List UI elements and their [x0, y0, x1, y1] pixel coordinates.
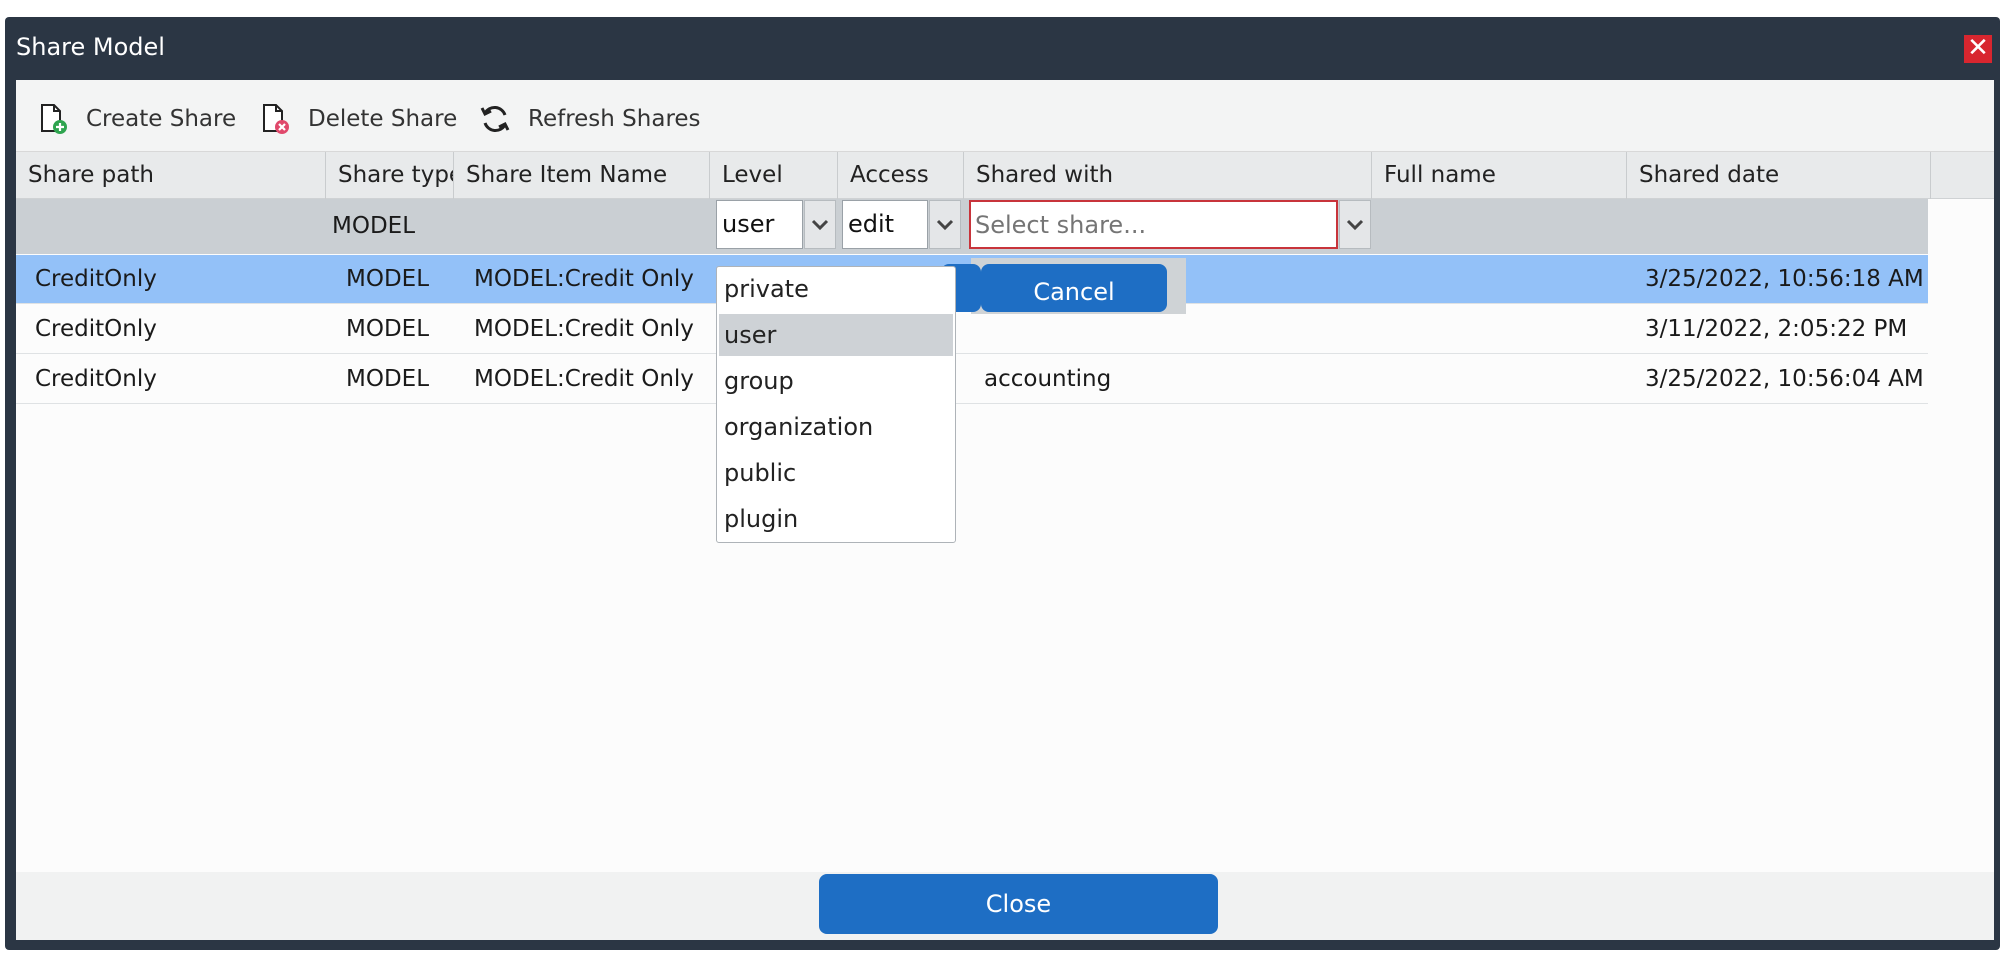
- dropdown-option-private[interactable]: private: [719, 268, 953, 310]
- dialog-footer: Close: [16, 872, 1994, 940]
- dropdown-option-group[interactable]: group: [719, 360, 953, 402]
- grid-header: Share path Share type Share Item Name Le…: [16, 152, 1994, 199]
- chevron-down-icon: [1346, 219, 1364, 230]
- cancel-button[interactable]: Cancel: [981, 264, 1167, 312]
- refresh-shares-label: Refresh Shares: [528, 106, 701, 132]
- shared-with-input[interactable]: [969, 200, 1338, 249]
- cell-shared-date: 3/25/2022, 10:56:04 AM: [1645, 366, 1924, 392]
- chevron-down-icon: [811, 219, 829, 230]
- dropdown-option-organization[interactable]: organization: [719, 406, 953, 448]
- column-header-access[interactable]: Access: [838, 152, 964, 199]
- dialog-titlebar[interactable]: Share Model ✕: [5, 17, 2000, 79]
- cell-shared-with: accounting: [984, 366, 1112, 392]
- column-header-full-name[interactable]: Full name: [1372, 152, 1627, 199]
- refresh-icon: [480, 106, 510, 132]
- file-add-icon: [41, 104, 67, 134]
- refresh-shares-button[interactable]: Refresh Shares: [478, 102, 701, 136]
- delete-share-label: Delete Share: [308, 106, 458, 132]
- cell-share-path: CreditOnly: [35, 266, 157, 292]
- column-header-share-item-name[interactable]: Share Item Name: [454, 152, 710, 199]
- table-row[interactable]: CreditOnly MODEL MODEL:Credit Only accou…: [16, 355, 1928, 404]
- share-toolbar: Create Share Delete Share Refresh Shares: [16, 80, 1994, 152]
- cell-share-path: CreditOnly: [35, 316, 157, 342]
- column-header-shared-with[interactable]: Shared with: [964, 152, 1372, 199]
- cell-share-path: CreditOnly: [35, 366, 157, 392]
- edit-action-bar: Cancel: [941, 258, 1186, 314]
- level-dropdown-list: private user group organization public p…: [716, 266, 956, 543]
- column-header-share-type[interactable]: Share type: [326, 152, 454, 199]
- level-dropdown-button[interactable]: [804, 200, 836, 249]
- cell-shared-date: 3/25/2022, 10:56:18 AM: [1645, 266, 1924, 292]
- dialog-title: Share Model: [16, 33, 165, 61]
- column-header-level[interactable]: Level: [710, 152, 838, 199]
- file-delete-icon: [263, 104, 289, 134]
- share-model-dialog: Share Model ✕ Create Share Delete Share …: [5, 17, 2000, 950]
- cell-share-type: MODEL: [346, 266, 430, 292]
- cell-item-name: MODEL:Credit Only: [474, 316, 694, 342]
- access-dropdown-button[interactable]: [929, 200, 961, 249]
- dialog-content: Create Share Delete Share Refresh Shares…: [16, 80, 1994, 940]
- access-select[interactable]: edit: [842, 200, 928, 249]
- cell-share-type: MODEL: [346, 316, 430, 342]
- cell-shared-date: 3/11/2022, 2:05:22 PM: [1645, 316, 1908, 342]
- cell-item-name: MODEL:Credit Only: [474, 266, 694, 292]
- chevron-down-icon: [936, 219, 954, 230]
- create-share-label: Create Share: [86, 106, 237, 132]
- cell-item-name: MODEL:Credit Only: [474, 366, 694, 392]
- column-header-shared-date[interactable]: Shared date: [1627, 152, 1931, 199]
- delete-share-button[interactable]: Delete Share: [258, 102, 457, 136]
- create-share-button[interactable]: Create Share: [36, 102, 236, 136]
- close-icon[interactable]: ✕: [1964, 35, 1992, 63]
- edit-share-type: MODEL: [332, 213, 416, 239]
- dropdown-option-user[interactable]: user: [719, 314, 953, 356]
- column-header-share-path[interactable]: Share path: [16, 152, 326, 199]
- shared-with-dropdown-button[interactable]: [1339, 200, 1371, 249]
- cell-share-type: MODEL: [346, 366, 430, 392]
- new-share-edit-row: MODEL user edit: [16, 199, 1928, 254]
- close-button[interactable]: Close: [819, 874, 1218, 934]
- dropdown-option-public[interactable]: public: [719, 452, 953, 494]
- dropdown-option-plugin[interactable]: plugin: [719, 498, 953, 540]
- level-select[interactable]: user: [716, 200, 803, 249]
